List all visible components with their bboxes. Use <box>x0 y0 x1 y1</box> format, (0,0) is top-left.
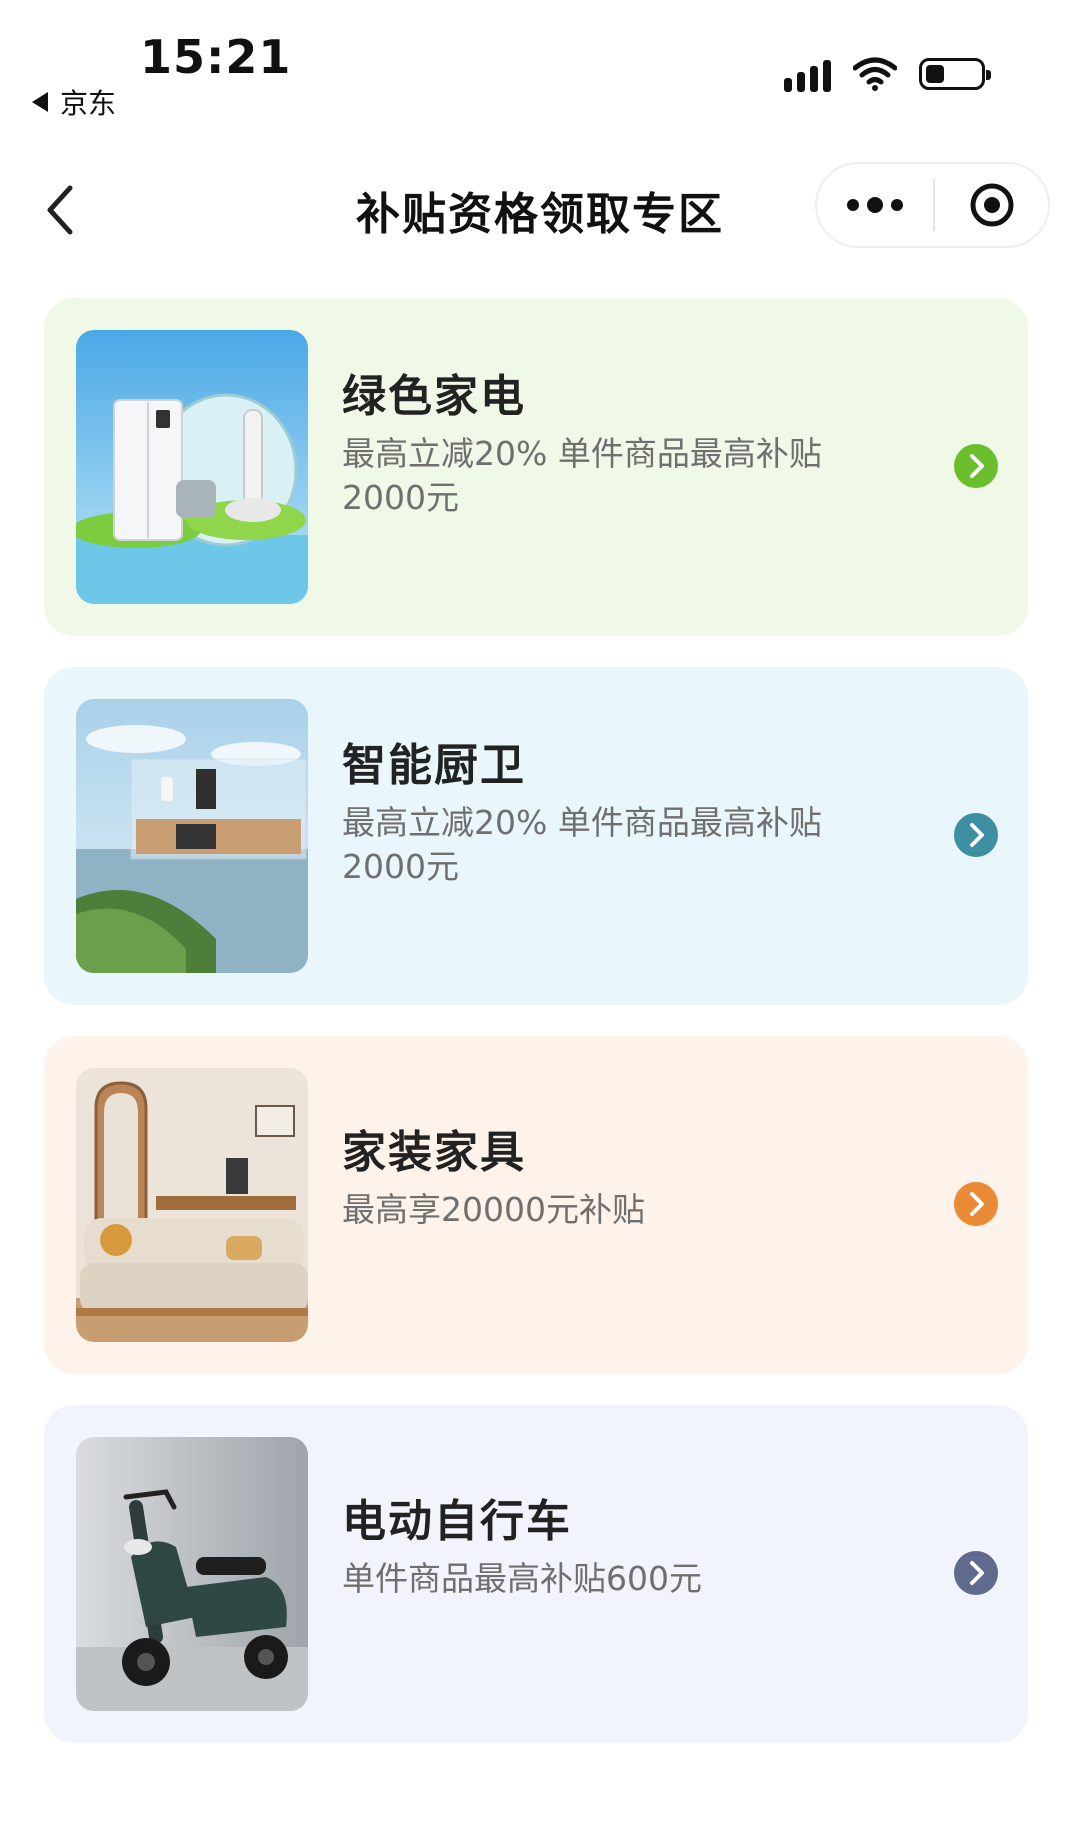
category-card-electric-bike[interactable]: 电动自行车 单件商品最高补贴600元 <box>44 1405 1028 1743</box>
chevron-right-icon[interactable] <box>954 1182 998 1226</box>
card-description: 单件商品最高补贴600元 <box>342 1559 702 1598</box>
back-app-label: 京东 <box>60 87 117 120</box>
category-card-home-furnishing[interactable]: 家装家具 最高享20000元补贴 <box>44 1036 1028 1374</box>
chevron-right-icon[interactable] <box>954 1551 998 1595</box>
category-card-smart-kitchen[interactable]: 智能厨卫 最高立减20% 单件商品最高补贴2000元 <box>44 667 1028 1005</box>
more-dots-icon[interactable] <box>817 197 933 213</box>
mini-program-capsule <box>815 162 1050 248</box>
card-description: 最高立减20% 单件商品最高补贴2000元 <box>342 434 822 517</box>
card-title: 智能厨卫 <box>342 740 526 791</box>
wifi-icon <box>853 57 897 91</box>
chevron-right-icon[interactable] <box>954 444 998 488</box>
target-icon[interactable] <box>935 180 1048 230</box>
status-icons <box>784 56 991 92</box>
smart-kitchen-image <box>76 699 308 973</box>
home-furnishing-image <box>76 1068 308 1342</box>
card-title: 家装家具 <box>342 1127 526 1178</box>
status-bar: 15:21 京东 <box>0 0 1080 130</box>
card-title: 绿色家电 <box>342 371 526 422</box>
signal-icon <box>784 56 831 92</box>
card-description: 最高享20000元补贴 <box>342 1190 645 1229</box>
navigation-bar: 补贴资格领取专区 <box>0 150 1080 270</box>
status-time: 15:21 <box>140 30 292 84</box>
card-title: 电动自行车 <box>342 1496 572 1547</box>
card-description: 最高立减20% 单件商品最高补贴2000元 <box>342 803 822 886</box>
back-triangle-icon <box>32 92 48 112</box>
battery-icon <box>919 58 991 90</box>
electric-bike-image <box>76 1437 308 1711</box>
category-card-green-appliances[interactable]: 绿色家电 最高立减20% 单件商品最高补贴2000元 <box>44 298 1028 636</box>
green-appliances-image <box>76 330 308 604</box>
chevron-right-icon[interactable] <box>954 813 998 857</box>
back-to-app-link[interactable]: 京东 <box>32 82 116 122</box>
